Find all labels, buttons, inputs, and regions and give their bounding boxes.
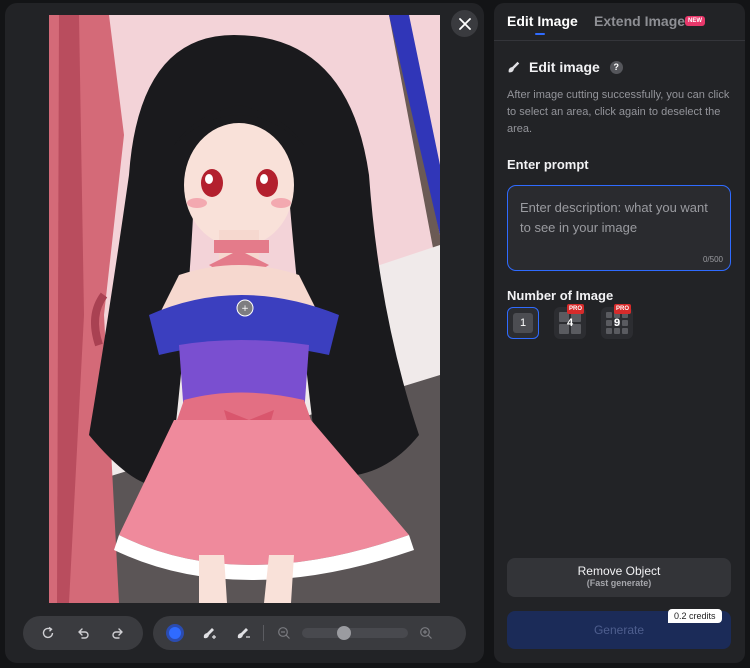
- brush-minus-icon: [237, 628, 250, 639]
- section-title-text: Edit image: [529, 59, 600, 75]
- canvas-panel: +: [5, 3, 484, 663]
- close-button[interactable]: [451, 10, 478, 37]
- brush-add-button[interactable]: [197, 621, 221, 645]
- undo-icon: [78, 628, 89, 639]
- new-badge: NEW: [685, 16, 705, 26]
- remove-object-button[interactable]: Remove Object (Fast generate): [507, 558, 731, 597]
- remove-object-sublabel: (Fast generate): [586, 578, 652, 588]
- brush-toolbar: [153, 616, 466, 650]
- tab-edit-image[interactable]: Edit Image: [507, 13, 578, 29]
- zoom-out-icon: [278, 627, 290, 639]
- reset-button[interactable]: [36, 621, 60, 645]
- grid-2x2-icon: 4: [559, 312, 581, 334]
- close-icon: [458, 17, 471, 30]
- redo-button[interactable]: [106, 621, 130, 645]
- brush-icon: [508, 61, 520, 73]
- num-option-value: 9: [613, 317, 621, 329]
- num-option-1[interactable]: 1: [507, 307, 539, 339]
- zoom-out-button[interactable]: [272, 621, 296, 645]
- prompt-input[interactable]: [520, 198, 720, 254]
- tab-bar: Edit Image Extend Image NEW: [494, 3, 745, 41]
- grid-3x3-icon: 9: [606, 312, 628, 334]
- num-option-9[interactable]: 9 PRO: [601, 304, 633, 339]
- brush-subtract-button[interactable]: [231, 621, 255, 645]
- edit-panel: Edit Image Extend Image NEW Edit image ?…: [494, 3, 745, 663]
- history-toolbar: [23, 616, 143, 650]
- brush-size-slider[interactable]: [302, 626, 408, 640]
- help-icon[interactable]: ?: [609, 60, 623, 74]
- num-option-value: 1: [513, 313, 533, 333]
- pro-badge: PRO: [613, 304, 631, 314]
- prompt-label: Enter prompt: [507, 157, 589, 172]
- anime-girl-illustration: +: [49, 15, 440, 603]
- section-title: Edit image ?: [507, 59, 623, 75]
- toolbar-divider: [263, 625, 264, 641]
- number-of-image-label: Number of Image: [507, 288, 614, 303]
- credits-badge: 0.2 credits: [668, 609, 722, 623]
- refresh-icon: [43, 626, 54, 639]
- num-option-4[interactable]: 4 PRO: [554, 304, 586, 339]
- edited-image[interactable]: +: [49, 15, 440, 603]
- zoom-in-button[interactable]: [414, 621, 438, 645]
- active-tab-indicator: [535, 33, 545, 35]
- tab-extend-image[interactable]: Extend Image: [594, 13, 685, 29]
- remove-object-label: Remove Object: [577, 564, 661, 578]
- section-description: After image cutting successfully, you ca…: [507, 89, 730, 135]
- svg-text:+: +: [241, 304, 249, 314]
- prompt-box: 0/500: [507, 185, 731, 271]
- undo-button[interactable]: [71, 621, 95, 645]
- num-option-value: 4: [566, 317, 574, 329]
- brush-plus-icon: [203, 628, 216, 639]
- prompt-counter: 0/500: [702, 255, 723, 264]
- redo-icon: [112, 628, 123, 639]
- pro-badge: PRO: [566, 304, 584, 314]
- zoom-in-icon: [420, 627, 432, 639]
- slider-thumb[interactable]: [337, 626, 351, 640]
- select-tool-button[interactable]: [163, 621, 187, 645]
- select-dot-icon: [166, 624, 184, 642]
